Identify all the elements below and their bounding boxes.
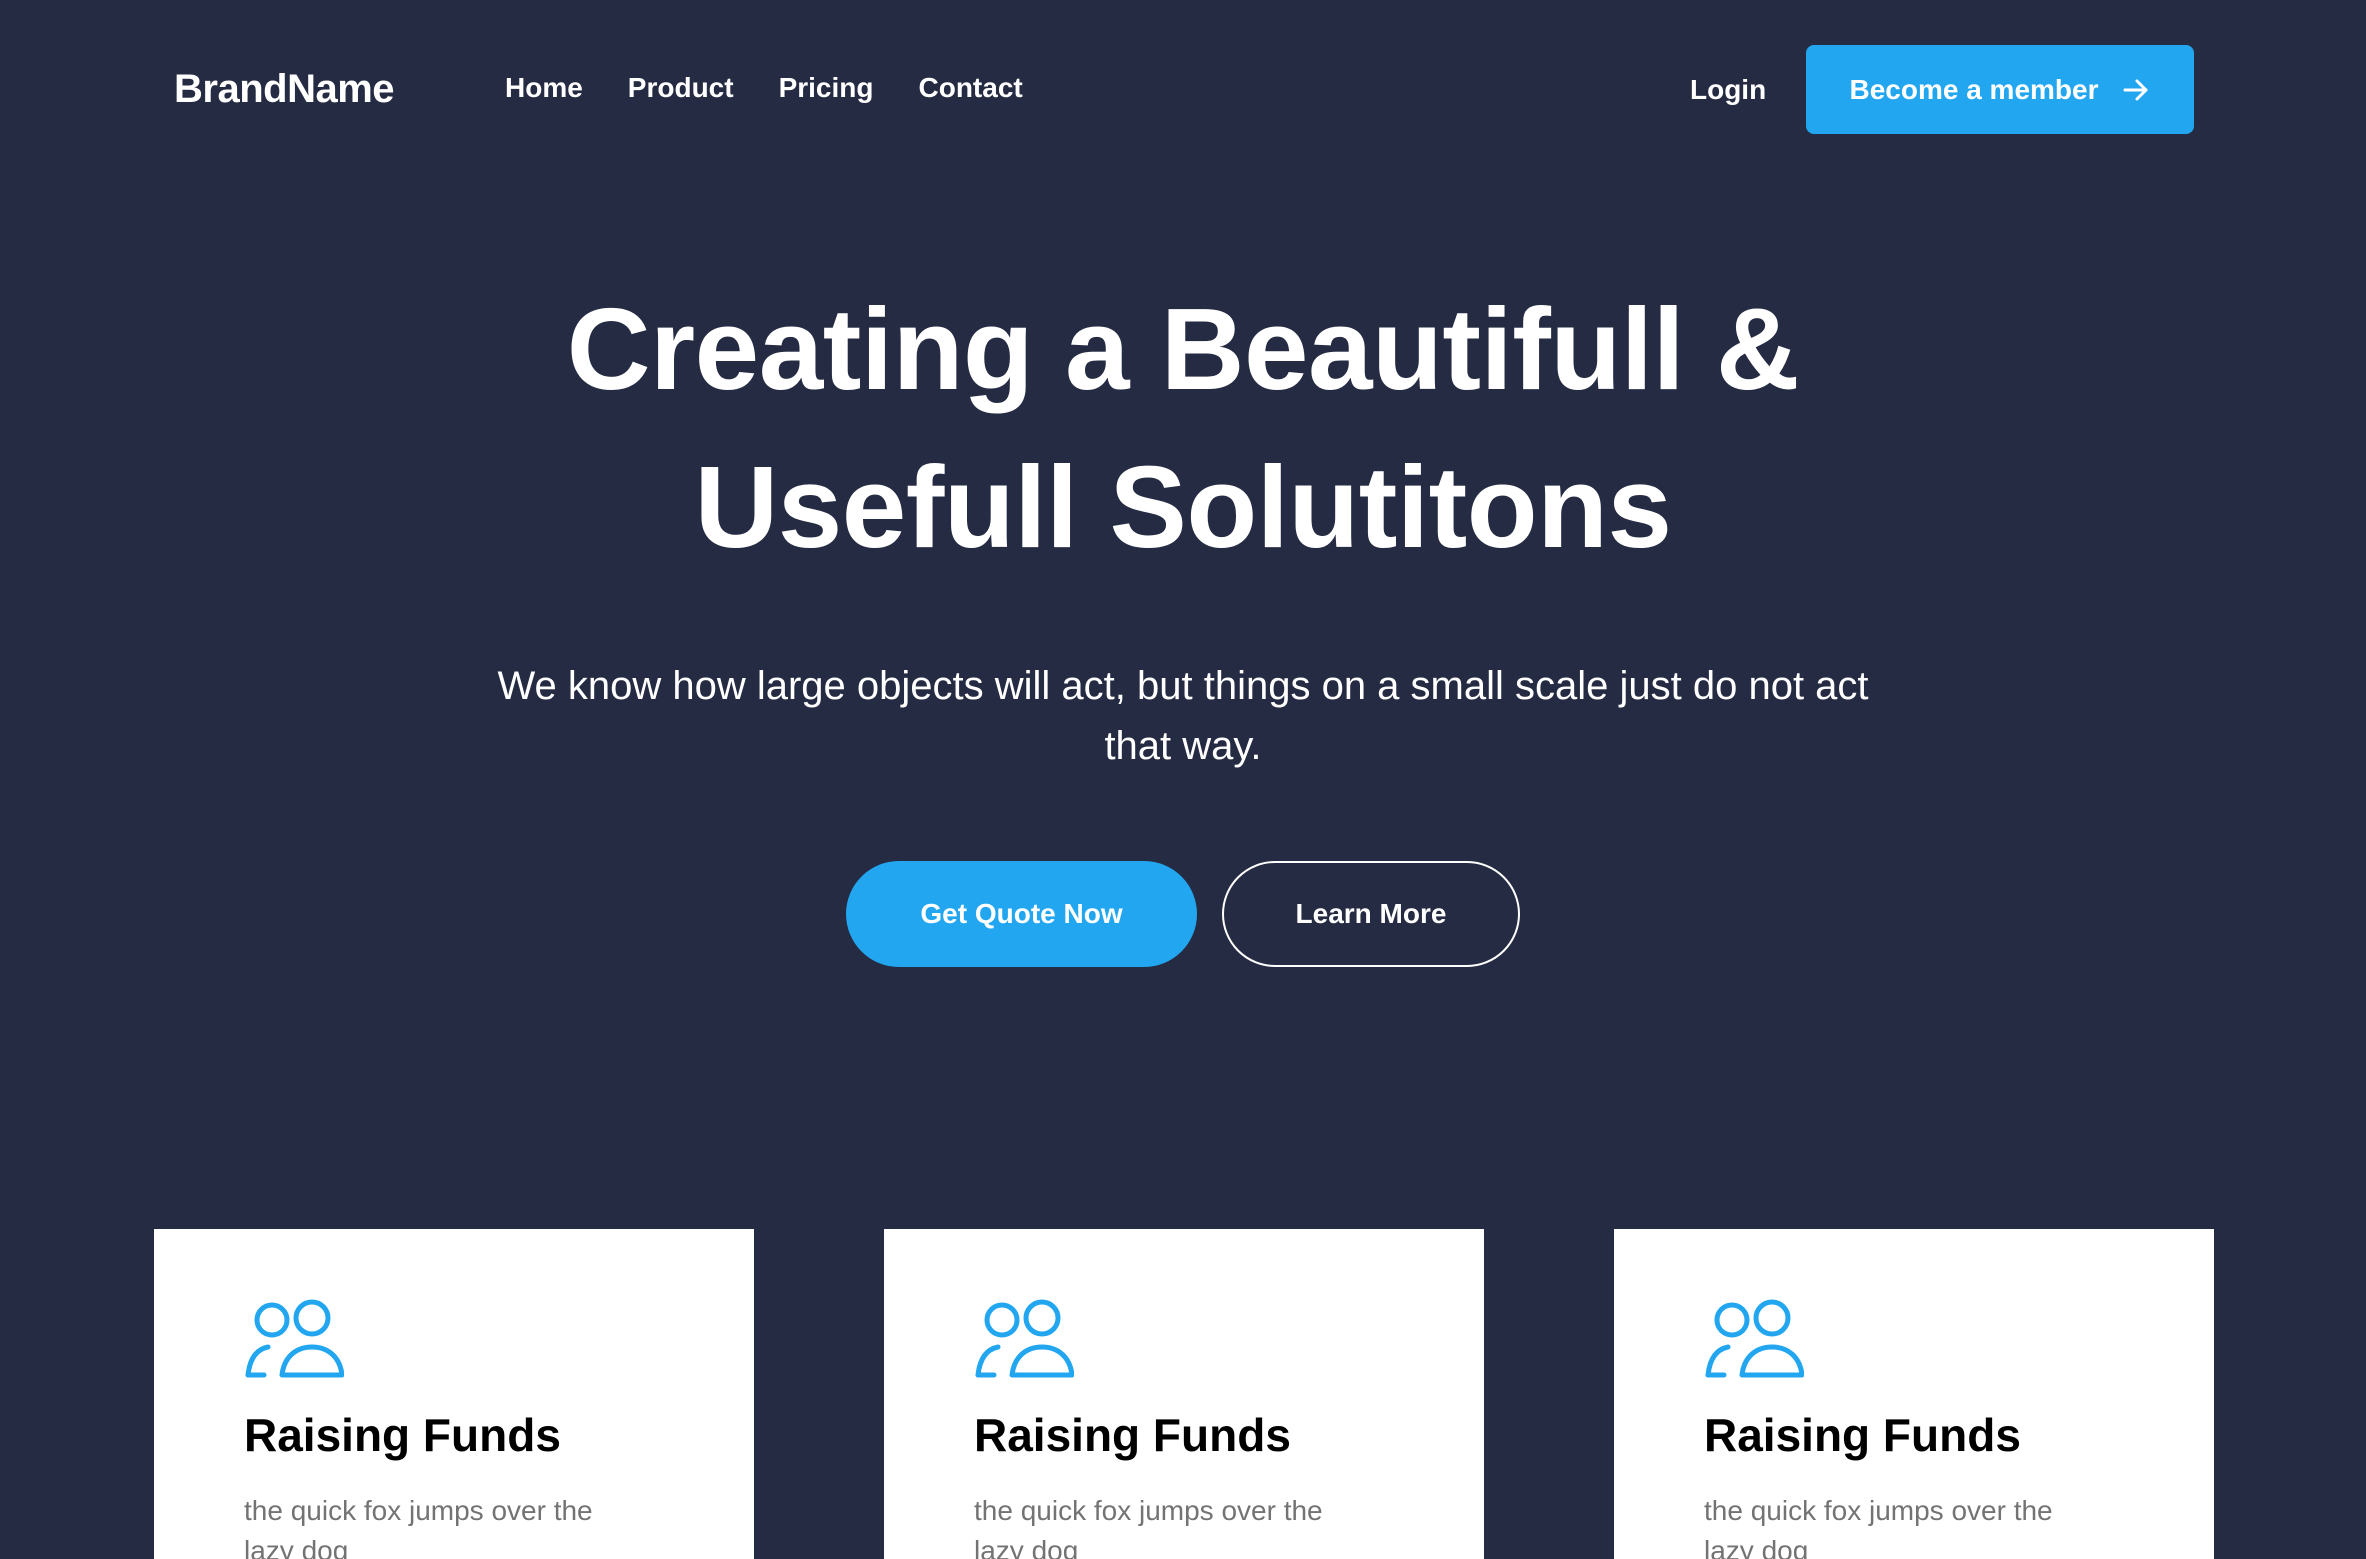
become-member-button[interactable]: Become a member <box>1806 45 2194 134</box>
card-description: the quick fox jumps over the lazy dog <box>1704 1495 2053 1559</box>
learn-more-button[interactable]: Learn More <box>1222 861 1520 967</box>
become-member-label: Become a member <box>1849 73 2099 105</box>
users-icon <box>1704 1299 1805 1379</box>
card-description: the quick fox jumps over the lazy dog <box>244 1495 593 1559</box>
nav-contact-link[interactable]: Contact <box>919 70 1023 106</box>
feature-cards: Raising Funds the quick fox jumps over t… <box>154 1229 2214 1559</box>
feature-card: Raising Funds the quick fox jumps over t… <box>1614 1229 2214 1559</box>
users-icon <box>974 1299 1075 1379</box>
feature-card: Raising Funds the quick fox jumps over t… <box>154 1229 754 1559</box>
card-description: the quick fox jumps over the lazy dog <box>974 1495 1323 1559</box>
site-header: BrandName Home Product Pricing Contact L… <box>0 0 2366 180</box>
nav-home-link[interactable]: Home <box>505 70 583 106</box>
hero-subtitle: We know how large objects will act, but … <box>497 664 1869 768</box>
card-title: Raising Funds <box>1704 1409 2021 1461</box>
hero-cta-group: Get Quote Now Learn More <box>846 861 1520 967</box>
login-link[interactable]: Login <box>1690 72 1766 108</box>
nav-product-link[interactable]: Product <box>628 70 734 106</box>
users-icon <box>244 1299 345 1379</box>
card-title: Raising Funds <box>244 1409 561 1461</box>
brand-logo[interactable]: BrandName <box>174 66 395 112</box>
nav-pricing-link[interactable]: Pricing <box>779 70 874 106</box>
get-quote-button[interactable]: Get Quote Now <box>846 861 1197 967</box>
hero-title: Creating a Beautifull & Usefull Solutito… <box>566 284 1800 572</box>
arrow-right-icon <box>2121 75 2151 105</box>
card-title: Raising Funds <box>974 1409 1291 1461</box>
feature-card: Raising Funds the quick fox jumps over t… <box>884 1229 1484 1559</box>
main-nav: Home Product Pricing Contact <box>505 70 1023 106</box>
